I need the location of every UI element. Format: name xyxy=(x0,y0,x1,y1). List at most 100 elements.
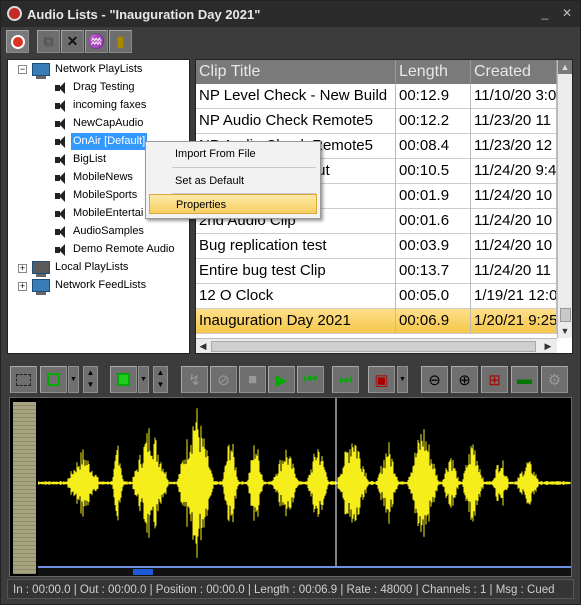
tree-node-playlist[interactable]: MobileEntertai xyxy=(54,205,145,222)
skip-end-icon: ⏭ xyxy=(338,371,353,388)
waveform-panel[interactable] xyxy=(9,397,572,577)
vu-meter xyxy=(13,402,36,574)
column-header-length[interactable]: Length xyxy=(396,60,471,84)
table-row[interactable]: Inauguration Day 2021 00:06.9 1/20/21 9:25 xyxy=(196,309,557,334)
refresh-button[interactable] xyxy=(6,30,29,53)
minimize-button[interactable]: _ xyxy=(538,6,552,20)
menu-import-from-file[interactable]: Import From File xyxy=(149,144,317,164)
rewind-button[interactable]: ⏮ xyxy=(297,366,324,393)
stop-button[interactable]: ■ xyxy=(239,366,266,393)
speaker-icon xyxy=(54,135,68,149)
crop-end-button[interactable] xyxy=(110,366,137,393)
cell-created: 1/19/21 12:0 xyxy=(471,284,557,309)
speaker-icon xyxy=(54,153,68,167)
collapse-network-playlists[interactable]: − xyxy=(18,65,27,74)
scroll-left-icon[interactable]: ◀ xyxy=(196,339,210,353)
speaker-icon xyxy=(54,189,68,203)
close-button[interactable]: ✕ xyxy=(560,6,574,20)
crop-start-dropdown[interactable]: ▼ xyxy=(68,366,79,393)
tree-node-playlist[interactable]: Demo Remote Audio xyxy=(54,241,177,258)
cell-length: 00:05.0 xyxy=(396,284,471,309)
cell-length: 00:13.7 xyxy=(396,259,471,284)
stop-record-button[interactable]: ⊘ xyxy=(210,366,237,393)
cell-clip-title: Bug replication test xyxy=(196,234,396,259)
menu-separator xyxy=(172,167,316,168)
tree-node-playlist[interactable]: MobileSports xyxy=(54,187,139,204)
tree-node-network-playlists[interactable]: Network PlayLists xyxy=(32,61,144,79)
select-region-button[interactable] xyxy=(10,366,37,393)
zoom-fit-button[interactable]: ⊞ xyxy=(481,366,508,393)
waveform-scrollbar[interactable] xyxy=(38,568,571,576)
table-row[interactable]: NP Level Check - New Build 00:12.9 11/10/2… xyxy=(196,84,557,109)
cell-clip-title: Entire bug test Clip xyxy=(196,259,396,284)
stop-icon: ■ xyxy=(247,371,258,388)
play-icon: ▶ xyxy=(275,371,288,389)
cell-length: 00:12.2 xyxy=(396,109,471,134)
start-updown[interactable]: ▲ ▼ xyxy=(83,366,98,393)
status-bar: In : 00:00.0 | Out : 00:00.0 | Position … xyxy=(7,579,574,599)
grid-vertical-scrollbar[interactable]: ▲ ▼ xyxy=(557,60,572,338)
speaker-icon xyxy=(54,117,68,131)
delete-button[interactable]: ✕ xyxy=(61,30,84,53)
fast-forward-button[interactable]: ⏭ xyxy=(332,366,359,393)
expand-network-feedlists[interactable]: + xyxy=(18,282,27,291)
refresh-icon xyxy=(10,34,25,49)
skip-start-icon: ⏮ xyxy=(303,371,318,388)
tree-node-playlist[interactable]: NewCapAudio xyxy=(54,115,145,132)
save-dropdown[interactable]: ▼ xyxy=(397,366,408,393)
scroll-down-icon[interactable]: ▼ xyxy=(558,324,572,338)
expand-local-playlists[interactable]: + xyxy=(18,264,27,273)
tree-node-playlist[interactable]: Drag Testing xyxy=(54,79,137,96)
tree-node-playlist[interactable]: OnAir [Default] xyxy=(54,133,148,150)
settings-button[interactable]: ⚙ xyxy=(541,366,568,393)
waveform-scroll-thumb[interactable] xyxy=(133,569,153,575)
properties-icon: ▮ xyxy=(116,33,125,49)
horizontal-scroll-thumb[interactable] xyxy=(211,341,536,352)
table-row[interactable]: 12 O Clock 00:05.0 1/19/21 12:0 xyxy=(196,284,557,309)
table-row[interactable]: NP Audio Check Remote5 00:12.2 11/23/20 11 xyxy=(196,109,557,134)
end-updown[interactable]: ▲ ▼ xyxy=(153,366,168,393)
audio-edit-icon: ♒ xyxy=(87,33,106,49)
scroll-right-icon[interactable]: ▶ xyxy=(541,339,555,353)
zoom-in-button[interactable]: ⊕ xyxy=(451,366,478,393)
crop-start-button[interactable] xyxy=(40,366,67,393)
cell-length: 00:01.6 xyxy=(396,209,471,234)
waveform-display[interactable] xyxy=(38,398,571,566)
copy-button[interactable]: ⧉ xyxy=(37,30,60,53)
grid-horizontal-scrollbar[interactable]: ◀ ▶ xyxy=(196,338,557,353)
audio-edit-button[interactable]: ♒ xyxy=(85,30,108,53)
scroll-up-icon[interactable]: ▲ xyxy=(558,60,572,74)
speaker-icon xyxy=(54,243,68,257)
menu-properties[interactable]: Properties xyxy=(149,194,317,214)
cell-length: 00:08.4 xyxy=(396,134,471,159)
cell-clip-title: Inauguration Day 2021 xyxy=(196,309,396,334)
tree-node-playlist[interactable]: incoming faxes xyxy=(54,97,148,114)
column-header-title[interactable]: Clip Title xyxy=(196,60,396,84)
cell-created: 1/20/21 9:25 xyxy=(471,309,557,334)
tree-node-playlist[interactable]: BigList xyxy=(54,151,108,168)
table-row[interactable]: Entire bug test Clip 00:13.7 11/24/20 11 xyxy=(196,259,557,284)
zoom-fit-icon: ⊞ xyxy=(488,371,501,389)
properties-button[interactable]: ▮ xyxy=(109,30,132,53)
table-row[interactable]: Bug replication test 00:03.9 11/24/20 10 xyxy=(196,234,557,259)
tree-node-playlist[interactable]: MobileNews xyxy=(54,169,135,186)
tree-node-local-playlists[interactable]: Local PlayLists xyxy=(32,259,130,277)
normalize-button[interactable]: ▬ xyxy=(511,366,538,393)
crop-end-dropdown[interactable]: ▼ xyxy=(138,366,149,393)
vertical-scroll-thumb[interactable] xyxy=(560,308,571,322)
audio-lists-window: Audio Lists - "Inauguration Day 2021" _ … xyxy=(0,0,581,605)
window-title: Audio Lists - "Inauguration Day 2021" xyxy=(27,7,261,22)
cell-created: 11/24/20 10 xyxy=(471,234,557,259)
cue-button[interactable]: ↯ xyxy=(181,366,208,393)
cell-created: 11/23/20 12 xyxy=(471,134,557,159)
play-button[interactable]: ▶ xyxy=(268,366,295,393)
network-icon xyxy=(32,279,50,295)
network-icon xyxy=(32,63,50,79)
menu-set-as-default[interactable]: Set as Default xyxy=(149,171,317,191)
column-header-created[interactable]: Created xyxy=(471,60,557,84)
zoom-out-button[interactable]: ⊖ xyxy=(421,366,448,393)
tree-node-network-feedlists[interactable]: Network FeedLists xyxy=(32,277,148,295)
save-button[interactable]: ▣ xyxy=(368,366,395,393)
tree-node-playlist[interactable]: AudioSamples xyxy=(54,223,146,240)
cell-created: 11/24/20 10 xyxy=(471,209,557,234)
